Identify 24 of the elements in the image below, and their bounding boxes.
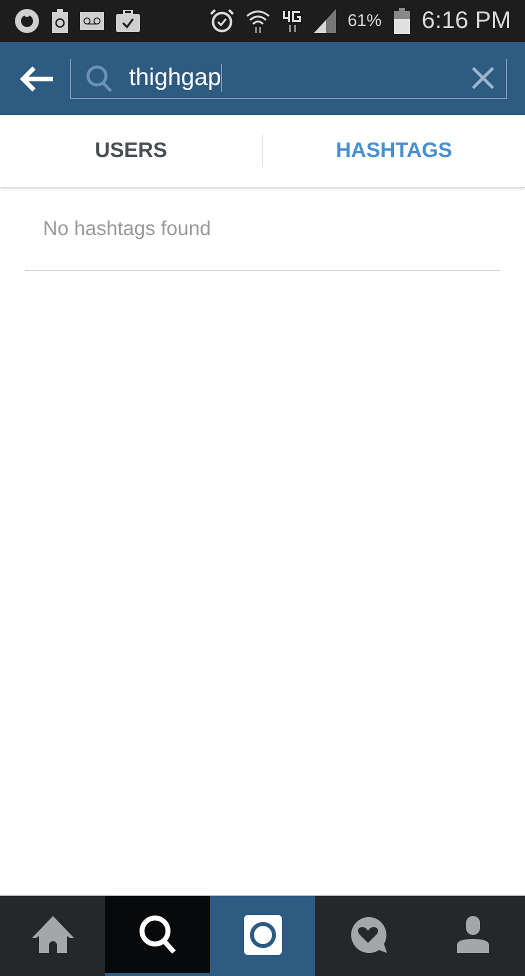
clock: 6:16 PM: [422, 6, 511, 36]
camera-icon: [244, 914, 282, 954]
voicemail-icon: [80, 12, 104, 30]
wifi-icon: [246, 9, 270, 33]
emblem-icon: [14, 8, 40, 34]
battery-percentage: 61%: [348, 10, 382, 32]
search-icon: [85, 64, 113, 92]
clear-icon[interactable]: [472, 67, 494, 89]
search-query: thighgap: [129, 63, 222, 93]
signal-icon: [314, 9, 336, 33]
briefcase-check-icon: [116, 10, 140, 32]
heart-bubble-icon: [348, 916, 386, 954]
nav-tab[interactable]: [105, 896, 210, 976]
home-icon: [32, 916, 74, 954]
search-field[interactable]: thighgap: [70, 58, 507, 98]
back-arrow-icon[interactable]: [20, 66, 54, 92]
empty-message: No hashtags found: [43, 217, 212, 242]
network-4g-icon: [282, 10, 302, 32]
battery-icon: [394, 8, 410, 34]
person-icon: [456, 916, 488, 954]
alarm-icon: [210, 9, 234, 33]
nav-tab[interactable]: [210, 896, 315, 976]
tab[interactable]: USERS: [94, 135, 168, 167]
search-icon: [138, 914, 176, 954]
